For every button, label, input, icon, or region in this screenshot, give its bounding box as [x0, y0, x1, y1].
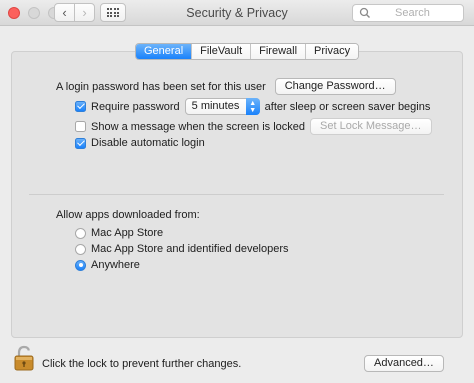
- tab-privacy[interactable]: Privacy: [306, 44, 359, 59]
- disable-auto-login-label: Disable automatic login: [91, 137, 205, 149]
- tab-bar: General FileVault Firewall Privacy: [135, 43, 360, 60]
- allow-apps-heading: Allow apps downloaded from:: [56, 209, 200, 221]
- disable-auto-login-row: Disable automatic login: [75, 137, 205, 149]
- require-password-delay-select[interactable]: 5 minutes ▲ ▼: [184, 98, 260, 115]
- radio-mac-app-store[interactable]: Mac App Store: [75, 227, 163, 239]
- require-password-checkbox[interactable]: [75, 101, 86, 112]
- password-status-label: A login password has been set for this u…: [56, 80, 266, 93]
- radio-button[interactable]: [75, 227, 86, 239]
- radio-label: Mac App Store and identified developers: [91, 243, 289, 255]
- radio-identified-developers[interactable]: Mac App Store and identified developers: [75, 243, 289, 255]
- disable-auto-login-checkbox[interactable]: [75, 137, 86, 149]
- lock-hint-text: Click the lock to prevent further change…: [42, 358, 242, 370]
- search-placeholder: Search: [395, 7, 430, 19]
- radio-button[interactable]: [75, 259, 86, 271]
- chevron-updown-icon: ▲ ▼: [245, 98, 260, 115]
- radio-label: Mac App Store: [91, 227, 164, 239]
- radio-label: Anywhere: [91, 259, 140, 271]
- advanced-button[interactable]: Advanced…: [364, 355, 444, 372]
- lock-icon[interactable]: [13, 345, 35, 371]
- search-icon: [359, 7, 370, 18]
- require-password-suffix: after sleep or screen saver begins: [264, 100, 431, 113]
- show-message-row: Show a message when the screen is locked…: [75, 118, 432, 135]
- radio-anywhere[interactable]: Anywhere: [75, 259, 140, 271]
- require-password-label: Require password: [91, 100, 180, 113]
- search-field[interactable]: Search: [352, 4, 464, 22]
- section-divider: [29, 194, 444, 195]
- allow-apps-heading-row: Allow apps downloaded from:: [56, 209, 200, 221]
- show-message-checkbox[interactable]: [75, 121, 86, 132]
- set-lock-message-button[interactable]: Set Lock Message…: [310, 118, 432, 135]
- tab-general[interactable]: General: [136, 44, 193, 59]
- title-bar: ‹ › Security & Privacy Search: [0, 0, 474, 26]
- tab-firewall[interactable]: Firewall: [251, 44, 307, 59]
- delay-select-value: 5 minutes: [191, 100, 240, 112]
- require-password-row: Require password 5 minutes ▲ ▼ after slee…: [75, 98, 430, 115]
- radio-button[interactable]: [75, 243, 86, 255]
- change-password-button[interactable]: Change Password…: [274, 78, 396, 95]
- password-status-row: A login password has been set for this u…: [56, 78, 396, 95]
- tab-filevault[interactable]: FileVault: [192, 44, 252, 59]
- show-message-label: Show a message when the screen is locked: [91, 120, 306, 133]
